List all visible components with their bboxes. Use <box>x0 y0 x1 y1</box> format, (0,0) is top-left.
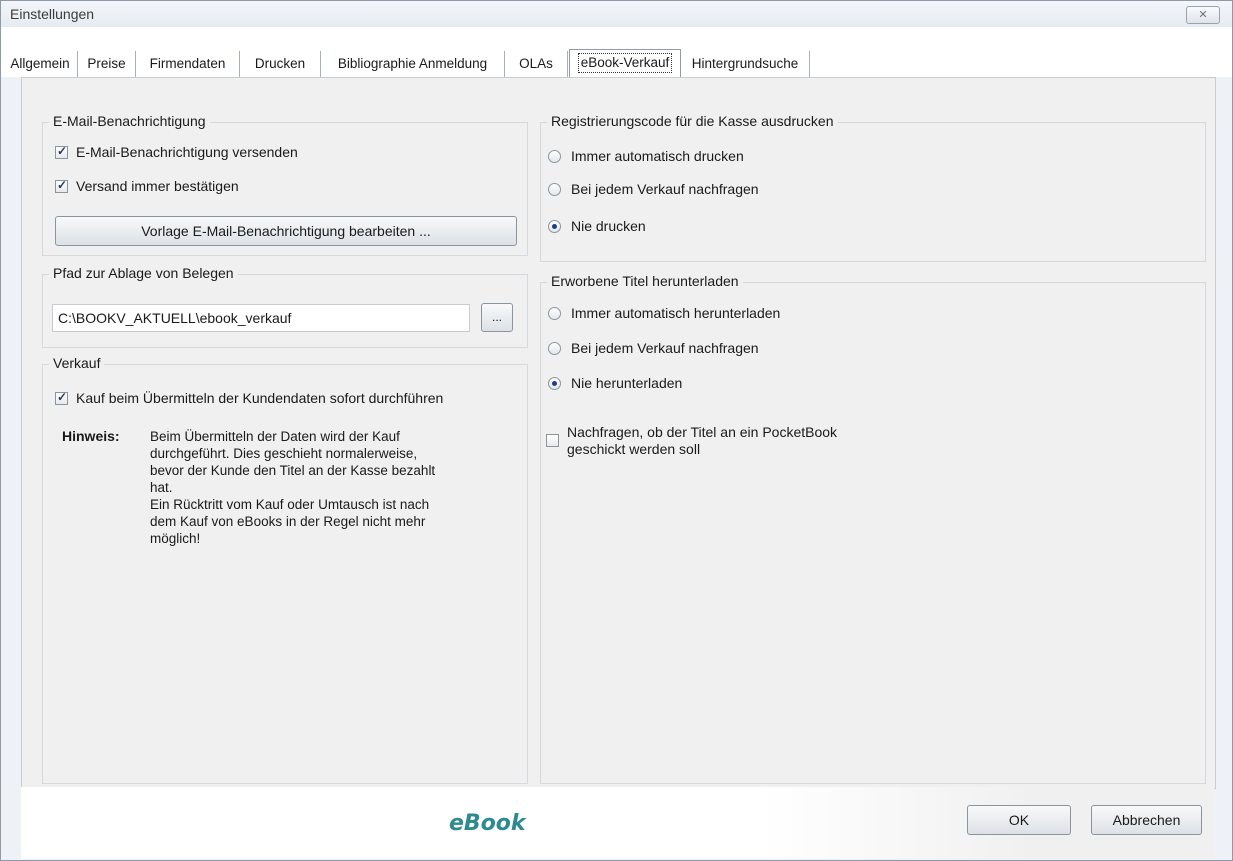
group-title: Verkauf <box>49 355 105 371</box>
window-title: Einstellungen <box>10 6 95 22</box>
send-email-checkbox[interactable] <box>55 144 68 159</box>
sale-group: Verkauf <box>42 355 528 784</box>
pocketbook-checkbox-row[interactable]: Nachfragen, ob der Titel an ein PocketBo… <box>546 424 837 458</box>
print-option-always[interactable]: Immer automatisch drucken <box>548 148 744 164</box>
print-option-ask[interactable]: Bei jedem Verkauf nachfragen <box>548 181 759 197</box>
download-titles-group: Erworbene Titel herunterladen <box>540 273 1206 784</box>
tab-olas[interactable]: OLAs <box>505 51 568 77</box>
ebook-logo-text: eBook <box>449 811 526 836</box>
tab-preise[interactable]: Preise <box>78 51 136 77</box>
print-option-never[interactable]: Nie drucken <box>548 218 646 234</box>
receipt-path-input[interactable]: C:\BOOKV_AKTUELL\ebook_verkauf <box>52 304 470 332</box>
download-option-never[interactable]: Nie herunterladen <box>548 375 682 391</box>
close-button[interactable]: ✕ <box>1186 6 1220 24</box>
tab-ebook-verkauf[interactable]: eBook-Verkauf <box>569 49 681 78</box>
confirm-send-label: Versand immer bestätigen <box>76 178 239 194</box>
cancel-button[interactable]: Abbrechen <box>1091 805 1202 835</box>
group-title: E-Mail-Benachrichtigung <box>49 113 210 129</box>
title-bar: Einstellungen ✕ <box>1 1 1232 27</box>
note-text: Beim Übermitteln der Daten wird der Kauf… <box>150 429 436 546</box>
tab-bibliographie-anmeldung[interactable]: Bibliographie Anmeldung <box>321 51 505 77</box>
radio-button[interactable] <box>548 306 561 320</box>
ok-button[interactable]: OK <box>967 805 1071 835</box>
tab-content-panel: E-Mail-Benachrichtigung E-Mail-Benachric… <box>21 77 1216 789</box>
group-title: Erworbene Titel herunterladen <box>547 273 743 289</box>
send-email-label: E-Mail-Benachrichtigung versenden <box>76 144 298 160</box>
radio-button[interactable] <box>548 376 561 390</box>
group-title: Registrierungscode für die Kasse ausdruc… <box>547 113 838 129</box>
browse-path-button[interactable]: ... <box>481 303 513 332</box>
tab-drucken[interactable]: Drucken <box>240 51 321 77</box>
tab-hintergrundsuche[interactable]: Hintergrundsuche <box>681 51 810 77</box>
tab-firmendaten[interactable]: Firmendaten <box>136 51 240 77</box>
radio-button[interactable] <box>548 341 561 355</box>
download-option-always[interactable]: Immer automatisch herunterladen <box>548 305 780 321</box>
immediate-purchase-checkbox[interactable] <box>55 390 68 405</box>
confirm-send-checkbox-row[interactable]: Versand immer bestätigen <box>55 178 239 194</box>
dialog-footer: eBook OK Abbrechen <box>21 787 1214 859</box>
immediate-purchase-label: Kauf beim Übermitteln der Kundendaten so… <box>76 390 444 406</box>
send-email-checkbox-row[interactable]: E-Mail-Benachrichtigung versenden <box>55 144 298 160</box>
group-title: Pfad zur Ablage von Belegen <box>49 265 238 281</box>
radio-button[interactable] <box>548 149 561 163</box>
tab-allgemein[interactable]: Allgemein <box>3 51 78 77</box>
close-icon: ✕ <box>1198 9 1208 21</box>
settings-window: Einstellungen ✕ Allgemein Preise Firmend… <box>0 0 1233 861</box>
immediate-purchase-checkbox-row[interactable]: Kauf beim Übermitteln der Kundendaten so… <box>55 390 443 406</box>
pocketbook-checkbox[interactable] <box>546 434 559 447</box>
tab-strip: Allgemein Preise Firmendaten Drucken Bib… <box>1 27 1232 78</box>
download-option-ask[interactable]: Bei jedem Verkauf nachfragen <box>548 340 759 356</box>
radio-button[interactable] <box>548 219 561 233</box>
confirm-send-checkbox[interactable] <box>55 178 68 193</box>
edit-email-template-button[interactable]: Vorlage E-Mail-Benachrichtigung bearbeit… <box>55 216 517 246</box>
pocketbook-label: Nachfragen, ob der Titel an ein PocketBo… <box>567 424 838 457</box>
radio-button[interactable] <box>548 182 561 196</box>
note-label: Hinweis: <box>62 428 120 444</box>
